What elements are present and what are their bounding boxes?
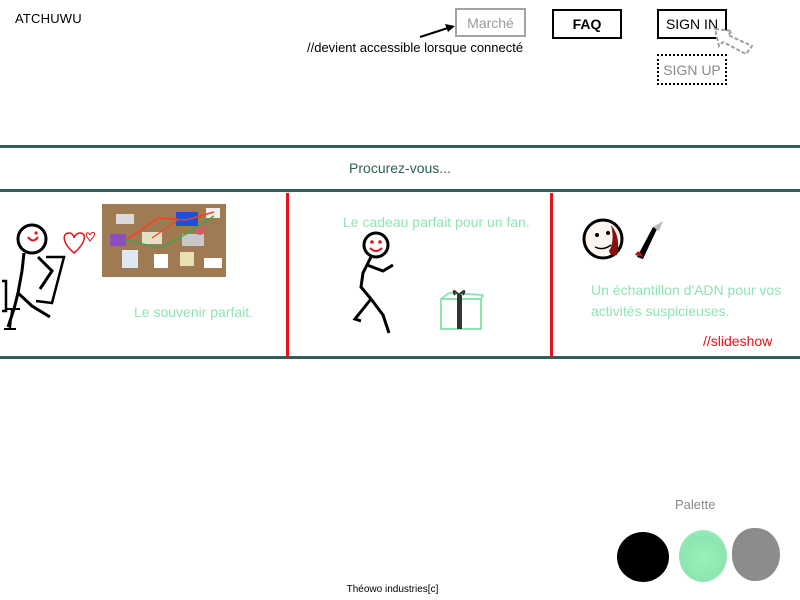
heart-icon xyxy=(63,232,95,254)
sign-up-button[interactable]: SIGN UP xyxy=(657,54,727,85)
slide-gift[interactable]: Le cadeau parfait pour un fan. xyxy=(289,193,550,356)
cursor-arrow-icon xyxy=(713,27,754,56)
market-access-note: //devient accessible lorsque connecté xyxy=(307,40,524,55)
site-logo[interactable]: ATCHUWU xyxy=(15,11,82,26)
slide-caption: Un échantillon d'ADN pour vos activités … xyxy=(591,282,782,319)
palette-label: Palette xyxy=(675,497,716,512)
banner-middle-rule xyxy=(0,189,800,192)
arrow-icon xyxy=(419,24,455,38)
banner-top-rule xyxy=(0,145,800,148)
palette-swatch-gray xyxy=(732,528,780,581)
slideshow-note: //slideshow xyxy=(703,333,773,349)
market-button[interactable]: Marché xyxy=(455,8,526,37)
slide-dna-sample[interactable]: Un échantillon d'ADN pour vos activités … xyxy=(553,193,800,356)
footer-copyright: Théowo industries[c] xyxy=(346,584,439,595)
knife-face-illustration xyxy=(582,218,663,260)
faq-button[interactable]: FAQ xyxy=(552,9,622,39)
slide-caption: Le souvenir parfait. xyxy=(134,304,254,320)
banner-bottom-rule xyxy=(0,356,800,359)
gift-box-icon xyxy=(440,290,484,330)
palette-swatch-green xyxy=(679,530,727,582)
slide-souvenir[interactable]: Le souvenir parfait. xyxy=(0,193,286,356)
slide-caption: Le cadeau parfait pour un fan. xyxy=(343,214,530,230)
stick-figure-walking-illustration xyxy=(352,231,394,334)
corkboard-image xyxy=(102,204,226,277)
palette-swatch-black xyxy=(617,532,669,582)
banner-title: Procurez-vous... xyxy=(349,160,451,176)
